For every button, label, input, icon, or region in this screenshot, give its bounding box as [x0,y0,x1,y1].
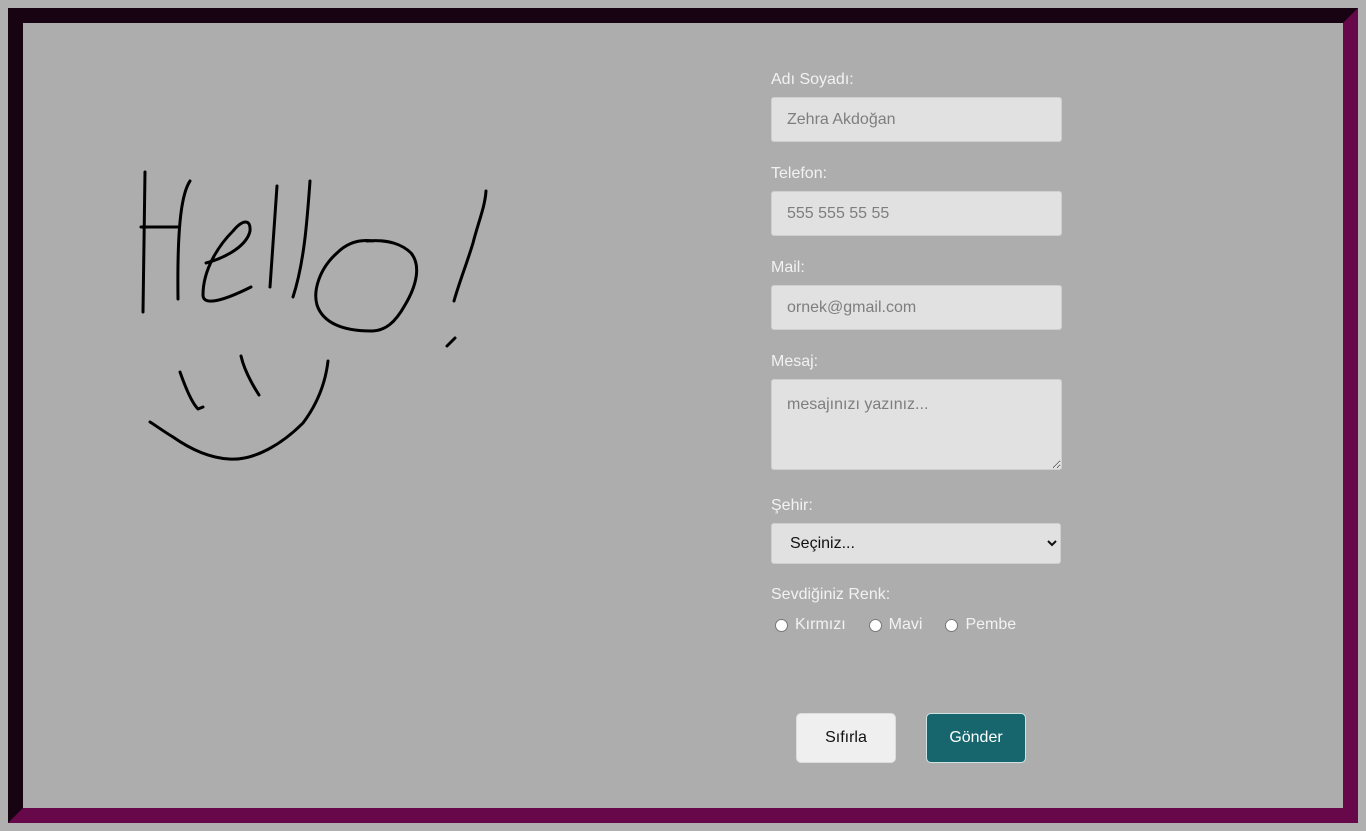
radio-label-blue: Mavi [888,616,923,633]
color-radio-group: Kırmızı Mavi Pembe [771,616,1091,634]
radio-blue[interactable] [868,618,882,632]
contact-form: Adı Soyadı: Telefon: Mail: Mesaj: Şehir:… [771,71,1091,763]
radio-pink[interactable] [945,618,959,632]
city-label: Şehir: [771,497,813,514]
name-label: Adı Soyadı: [771,71,854,88]
radio-red[interactable] [775,618,788,632]
reset-button[interactable]: Sıfırla [796,713,896,763]
name-input[interactable] [771,97,1062,142]
phone-input[interactable] [771,191,1062,236]
message-textarea[interactable] [771,379,1062,470]
phone-label: Telefon: [771,165,828,182]
radio-option-blue[interactable]: Mavi [865,616,923,634]
radio-option-red[interactable]: Kırmızı [771,616,846,634]
form-buttons: Sıfırla Gönder [796,713,1026,763]
radio-option-pink[interactable]: Pembe [941,616,1016,634]
city-select[interactable]: Seçiniz... [771,523,1061,564]
hello-drawing-image [139,170,488,461]
submit-button[interactable]: Gönder [926,713,1026,763]
message-label: Mesaj: [771,353,819,370]
color-label: Sevdiğiniz Renk: [771,586,891,603]
radio-label-red: Kırmızı [795,616,846,633]
page-frame: Adı Soyadı: Telefon: Mail: Mesaj: Şehir:… [8,8,1358,823]
mail-label: Mail: [771,259,805,276]
mail-input[interactable] [771,285,1062,330]
radio-label-pink: Pembe [965,616,1017,633]
